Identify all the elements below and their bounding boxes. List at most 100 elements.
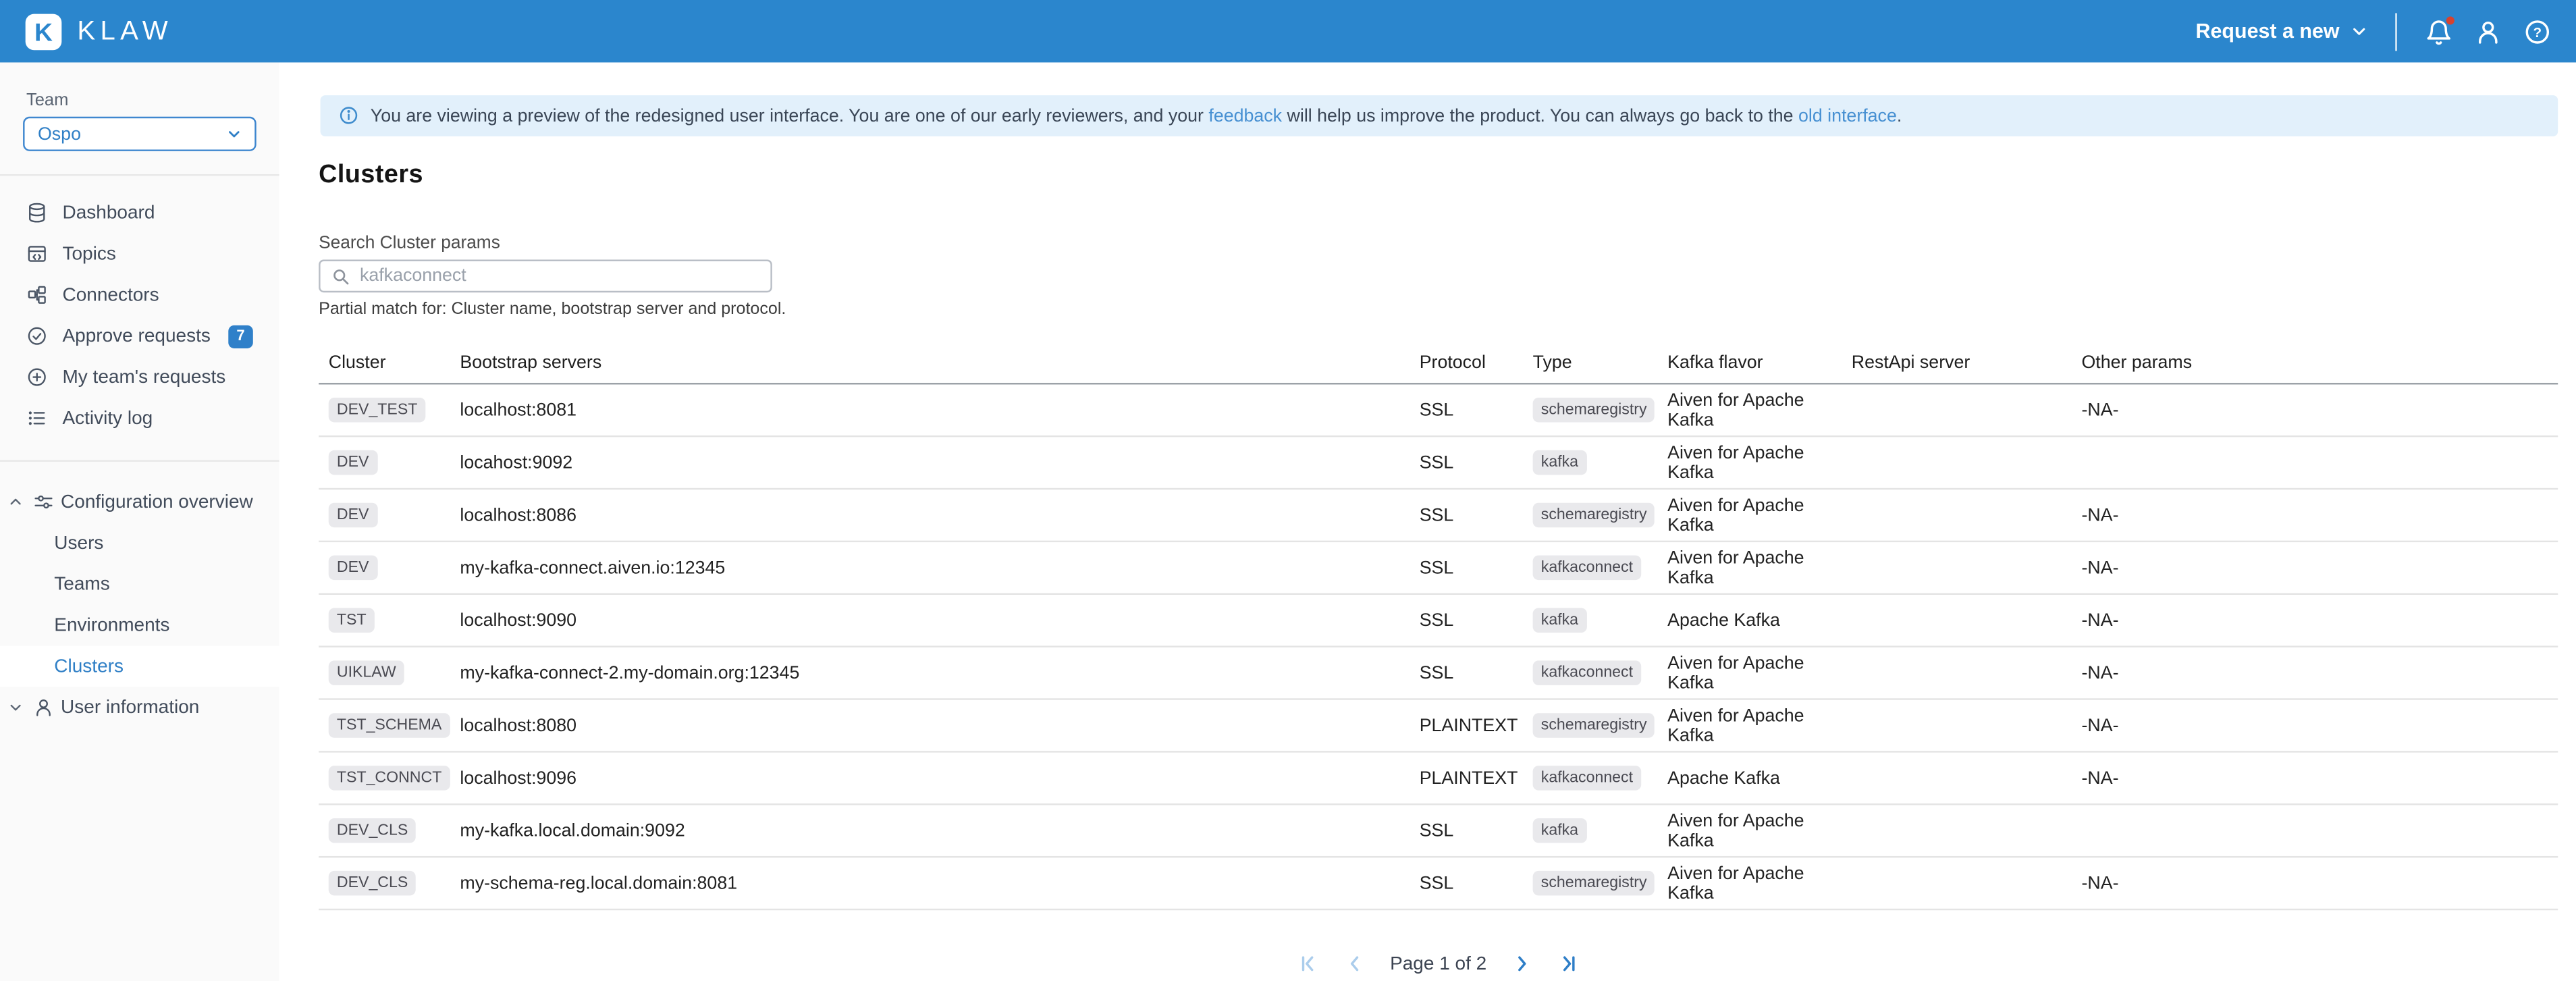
column-header-cluster: Cluster: [319, 352, 450, 372]
connectors-icon: [26, 284, 48, 306]
last-page-icon: [1557, 953, 1579, 975]
kafka-flavor-cell: Aiven for Apache Kafka: [1658, 390, 1842, 429]
other-params-cell: -NA-: [2072, 558, 2558, 577]
chevron-down-icon: [2351, 23, 2367, 39]
cluster-chip: UIKLAW: [329, 660, 404, 686]
next-page-button[interactable]: [1511, 953, 1533, 975]
banner-text-before: You are viewing a preview of the redesig…: [371, 106, 1209, 126]
banner-text-after: .: [1897, 106, 1902, 126]
column-header-type: Type: [1523, 352, 1658, 372]
sidebar-item-clusters[interactable]: Clusters: [0, 645, 279, 687]
column-header-other-params: Other params: [2072, 352, 2558, 372]
header-divider: [2395, 12, 2396, 50]
header-actions: Request a new ?: [2196, 12, 2552, 50]
chevron-down-icon: [227, 126, 242, 141]
team-select[interactable]: Ospo: [23, 117, 257, 151]
sidebar-item-topics[interactable]: Topics: [0, 234, 279, 275]
cluster-cell: DEV_CLS: [319, 818, 450, 843]
plus-circle-icon: [26, 367, 48, 388]
previous-page-button[interactable]: [1344, 953, 1366, 975]
profile-button[interactable]: [2474, 18, 2502, 45]
next-page-icon: [1511, 953, 1533, 975]
other-params-cell: -NA-: [2072, 400, 2558, 420]
type-chip: schemaregistry: [1533, 870, 1655, 896]
table-row: DEV_CLSmy-schema-reg.local.domain:8081SS…: [319, 857, 2558, 910]
last-page-button[interactable]: [1557, 953, 1579, 975]
cluster-cell: DEV: [319, 502, 450, 528]
search-input[interactable]: [360, 266, 759, 286]
cluster-chip: TST_SCHEMA: [329, 713, 450, 739]
sidebar-item-activity-log[interactable]: Activity log: [0, 398, 279, 439]
kafka-flavor-cell: Aiven for Apache Kafka: [1658, 443, 1842, 482]
cluster-chip: DEV_TEST: [329, 397, 426, 423]
cluster-chip: DEV: [329, 502, 377, 528]
person-icon: [2474, 18, 2502, 45]
klaw-logo[interactable]: K KLAW: [25, 12, 173, 50]
type-cell: kafka: [1523, 608, 1658, 633]
chevron-up-icon: [8, 495, 23, 510]
bootstrap-servers-cell: my-schema-reg.local.domain:8081: [450, 873, 1410, 893]
bootstrap-servers-cell: localhost:8086: [450, 505, 1410, 525]
type-cell: kafkaconnect: [1523, 765, 1658, 791]
page-title: Clusters: [319, 161, 2576, 190]
type-chip: schemaregistry: [1533, 713, 1655, 739]
table-header-row: ClusterBootstrap serversProtocolTypeKafk…: [319, 342, 2558, 384]
klaw-logo-icon: K: [25, 12, 63, 50]
first-page-button[interactable]: [1298, 953, 1320, 975]
notification-dot: [2446, 16, 2454, 24]
notifications-button[interactable]: [2425, 18, 2452, 45]
previous-page-icon: [1344, 953, 1366, 975]
type-chip: kafka: [1533, 608, 1587, 633]
main-content: You are viewing a preview of the redesig…: [279, 62, 2576, 980]
kafka-flavor-cell: Aiven for Apache Kafka: [1658, 496, 1842, 535]
sidebar-section-configuration-overview[interactable]: Configuration overview: [0, 481, 279, 523]
page-indicator: Page 1 of 2: [1390, 954, 1486, 974]
bootstrap-servers-cell: my-kafka.local.domain:9092: [450, 821, 1410, 841]
sidebar-section-user-information[interactable]: User information: [0, 687, 279, 728]
protocol-cell: SSL: [1410, 558, 1523, 577]
sidebar-item-connectors[interactable]: Connectors: [0, 274, 279, 315]
protocol-cell: SSL: [1410, 452, 1523, 472]
table-row: TSTlocalhost:9090SSLkafkaApache Kafka-NA…: [319, 595, 2558, 647]
sidebar-item-teams[interactable]: Teams: [0, 564, 279, 605]
sidebar-item-label: Topics: [62, 244, 115, 263]
bootstrap-servers-cell: localhost:8081: [450, 400, 1410, 420]
sidebar-item-approve-requests[interactable]: Approve requests7: [0, 315, 279, 356]
cluster-chip: DEV: [329, 450, 377, 475]
person-icon: [33, 697, 55, 718]
type-chip: kafka: [1533, 450, 1587, 475]
cluster-chip: DEV_CLS: [329, 870, 417, 896]
cluster-cell: DEV: [319, 555, 450, 581]
protocol-cell: SSL: [1410, 400, 1523, 420]
sidebar-item-label: Activity log: [62, 408, 153, 428]
banner-text-middle: will help us improve the product. You ca…: [1282, 106, 1798, 126]
preview-banner: You are viewing a preview of the redesig…: [321, 95, 2558, 136]
sidebar-item-my-team-s-requests[interactable]: My team's requests: [0, 356, 279, 398]
cluster-chip: DEV_CLS: [329, 818, 417, 843]
kafka-flavor-cell: Aiven for Apache Kafka: [1658, 706, 1842, 745]
sidebar-item-environments[interactable]: Environments: [0, 605, 279, 646]
sidebar-item-dashboard[interactable]: Dashboard: [0, 192, 279, 234]
help-icon: ?: [2523, 18, 2551, 45]
help-button[interactable]: ?: [2523, 18, 2551, 45]
sidebar-section-label: Configuration overview: [61, 492, 253, 512]
cluster-cell: UIKLAW: [319, 660, 450, 686]
topics-icon: [26, 243, 48, 265]
search-box: [319, 260, 772, 293]
sidebar-section-label: User information: [61, 697, 199, 717]
old-interface-link[interactable]: old interface: [1798, 106, 1897, 126]
team-select-value: Ospo: [38, 124, 81, 144]
search-label: Search Cluster params: [319, 234, 2576, 253]
other-params-cell: -NA-: [2072, 716, 2558, 735]
type-chip: schemaregistry: [1533, 502, 1655, 528]
sidebar-item-users[interactable]: Users: [0, 523, 279, 564]
kafka-flavor-cell: Aiven for Apache Kafka: [1658, 653, 1842, 692]
protocol-cell: PLAINTEXT: [1410, 768, 1523, 788]
search-helper-text: Partial match for: Cluster name, bootstr…: [319, 300, 2576, 319]
table-row: DEVlocalhost:8086SSLschemaregistryAiven …: [319, 489, 2558, 542]
feedback-link[interactable]: feedback: [1208, 106, 1282, 126]
bootstrap-servers-cell: locahost:9092: [450, 452, 1410, 472]
request-a-new-dropdown[interactable]: Request a new: [2196, 20, 2367, 43]
table-row: TST_CONNCTlocalhost:9096PLAINTEXTkafkaco…: [319, 753, 2558, 805]
pending-requests-badge: 7: [228, 325, 253, 348]
